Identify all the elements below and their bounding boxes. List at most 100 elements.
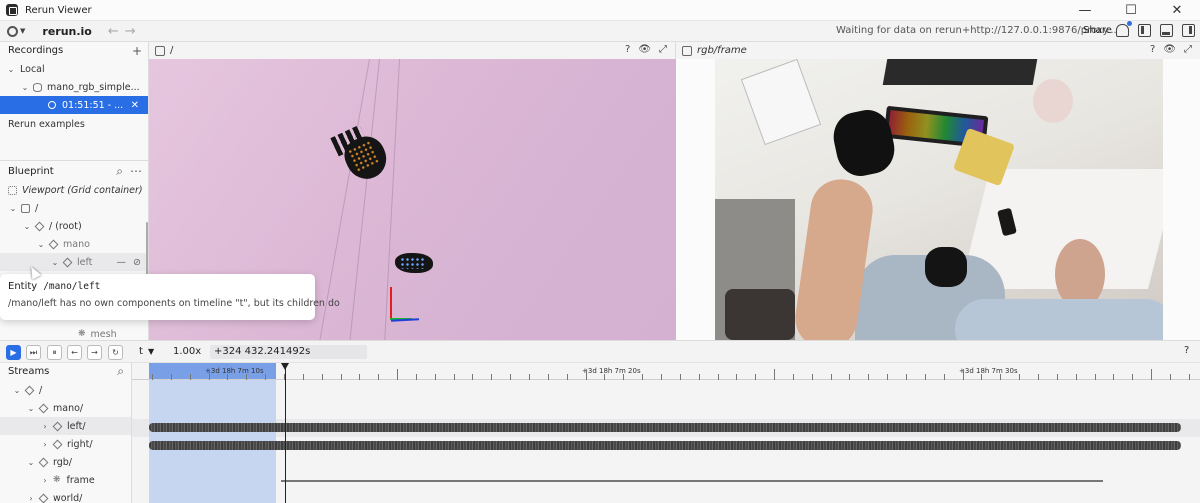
ruler-tick	[623, 374, 624, 380]
help-icon[interactable]: ?	[1184, 345, 1189, 356]
entity-icon	[38, 457, 49, 467]
back-button[interactable]: ←	[108, 24, 125, 39]
maximize-icon[interactable]: ⤢	[1184, 44, 1192, 55]
chevron-down-icon: ⌄	[9, 203, 17, 213]
blueprint-entity-left[interactable]: ⌄ left — ⊘	[0, 253, 148, 271]
ruler-tick	[680, 374, 681, 380]
ruler-tick	[1000, 374, 1001, 380]
frame-data-density[interactable]	[281, 480, 1103, 482]
toggle-right-panel-icon[interactable]	[1182, 24, 1195, 37]
view-2d-icon	[682, 45, 692, 56]
photo-glove	[925, 247, 967, 287]
remove-entity-button[interactable]: —	[117, 257, 127, 268]
loop-selection[interactable]	[149, 363, 276, 503]
blueprint-entity-mano[interactable]: ⌄ mano	[0, 235, 148, 253]
ruler-tick	[529, 374, 530, 380]
stream-item-frame[interactable]: › ❋ frame	[0, 471, 131, 489]
stream-label: right/	[67, 438, 93, 450]
eye-hidden-icon[interactable]: ⊘	[133, 257, 141, 268]
stream-label: world/	[53, 492, 83, 503]
history-nav: ←→	[108, 24, 142, 39]
ruler-tick	[887, 374, 888, 380]
ruler-tick	[1170, 374, 1171, 380]
timeline-selector[interactable]: t	[139, 346, 143, 357]
maximize-button[interactable]: ☐	[1108, 0, 1154, 21]
2d-canvas[interactable]	[676, 59, 1200, 340]
ruler-tick	[397, 369, 398, 380]
caret-down-icon[interactable]: ▼	[148, 347, 154, 356]
ruler-tick	[906, 374, 907, 380]
close-window-button[interactable]: ✕	[1154, 0, 1200, 21]
notification-bell-icon[interactable]	[1116, 21, 1132, 37]
step-forward-button[interactable]: ⏭	[26, 345, 41, 360]
ruler-tick	[642, 374, 643, 380]
left-hand-mesh[interactable]	[395, 253, 433, 273]
ruler-tick	[227, 374, 228, 380]
stream-item-world[interactable]: › world/	[0, 489, 131, 503]
stream-item-left[interactable]: › left/	[0, 417, 131, 435]
stream-item-root[interactable]: ⌄ /	[0, 381, 131, 399]
recordings-local-group[interactable]: ⌄ Local	[0, 60, 148, 78]
ruler-tick	[812, 374, 813, 380]
tick-label: +3d 18h 7m 20s	[582, 367, 641, 375]
right-data-density[interactable]	[149, 441, 1181, 450]
camera-ray	[347, 59, 380, 340]
time-track-area[interactable]: +3d 18h 7m 10s +3d 18h 7m 20s +3d 18h 7m…	[131, 363, 1200, 503]
ruler-tick	[341, 374, 342, 380]
eye-icon[interactable]: 👁	[1163, 44, 1176, 55]
left-data-density[interactable]	[149, 423, 1181, 432]
tree-item-label: / (root)	[49, 220, 82, 232]
loop-button[interactable]: ↻	[108, 345, 123, 360]
share-button[interactable]: Share	[1083, 25, 1112, 36]
ruler-tick	[981, 374, 982, 380]
pause-button[interactable]: ⏸	[47, 345, 62, 360]
toggle-bottom-panel-icon[interactable]	[1160, 24, 1173, 37]
more-icon[interactable]: ⋯	[130, 164, 142, 179]
entity-icon	[52, 421, 63, 431]
view-3d-title: /	[170, 45, 174, 56]
recording-item-selected[interactable]: 01:51:51 - ... ✕	[0, 96, 148, 114]
playback-speed[interactable]: 1.00x	[173, 346, 201, 357]
blueprint-view-root[interactable]: ⌄ /	[0, 199, 148, 217]
blueprint-entity-mesh[interactable]: ❋ mesh	[0, 325, 148, 340]
ruler-tick	[322, 374, 323, 380]
ruler-tick	[1151, 369, 1152, 380]
forward-button[interactable]: →	[125, 24, 142, 39]
add-recording-button[interactable]: +	[132, 44, 142, 58]
view-3d-icon	[155, 45, 165, 56]
rerun-examples-link[interactable]: Rerun examples	[0, 115, 148, 133]
close-recording-button[interactable]: ✕	[131, 100, 139, 111]
help-icon[interactable]: ?	[625, 44, 630, 55]
entity-icon	[38, 403, 49, 413]
axis-x-arrow	[390, 287, 392, 319]
ruler-tick	[1076, 374, 1077, 380]
database-icon	[33, 82, 42, 92]
recording-app-item[interactable]: ⌄ mano_rgb_simple...	[0, 78, 148, 96]
next-button[interactable]: →	[87, 345, 102, 360]
maximize-icon[interactable]: ⤢	[659, 44, 667, 55]
current-time-field[interactable]: +324 432.241492s	[210, 345, 367, 359]
playhead[interactable]	[281, 363, 289, 503]
toggle-left-panel-icon[interactable]	[1138, 24, 1151, 37]
blueprint-viewport-item[interactable]: Viewport (Grid container)	[0, 181, 148, 199]
app-menu-button[interactable]: ▼	[7, 25, 25, 37]
minimize-button[interactable]: —	[1062, 0, 1108, 21]
brand-link[interactable]: rerun.io	[42, 25, 91, 38]
ruler-tick	[1038, 374, 1039, 380]
tree-item-label: /	[35, 202, 39, 214]
time-ruler[interactable]: +3d 18h 7m 10s +3d 18h 7m 20s +3d 18h 7m…	[132, 363, 1200, 380]
recordings-header: Recordings +	[0, 42, 148, 59]
stream-item-rgb[interactable]: ⌄ rgb/	[0, 453, 131, 471]
view-3d-icon	[21, 203, 30, 213]
search-icon[interactable]: ⌕	[117, 364, 124, 379]
stream-item-mano[interactable]: ⌄ mano/	[0, 399, 131, 417]
stream-item-right[interactable]: › right/	[0, 435, 131, 453]
eye-icon[interactable]: 👁	[638, 44, 651, 55]
blueprint-entity-root[interactable]: ⌄ / (root)	[0, 217, 148, 235]
previous-button[interactable]: ←	[67, 345, 82, 360]
ruler-tick	[472, 374, 473, 380]
search-icon[interactable]: ⌕	[116, 164, 123, 179]
top-toolbar: ▼ rerun.io ←→ Waiting for data on rerun+…	[0, 21, 1200, 42]
play-button[interactable]: ▶	[6, 345, 21, 360]
help-icon[interactable]: ?	[1150, 44, 1155, 55]
